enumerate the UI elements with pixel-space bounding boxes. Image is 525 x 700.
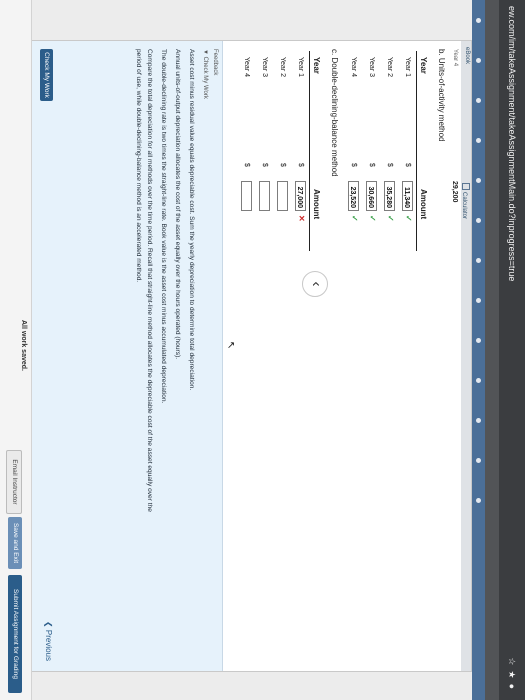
star-icon[interactable]: ☆: [507, 657, 517, 670]
part-b-row-year: Year 1: [404, 57, 411, 77]
calculator-icon: [462, 183, 470, 190]
rail-dot[interactable]: [476, 58, 481, 63]
currency-symbol: $: [297, 163, 304, 167]
currency-symbol: $: [404, 163, 411, 167]
rail-dot[interactable]: [476, 338, 481, 343]
chevron-left-icon: ‹: [308, 281, 325, 287]
url-text[interactable]: ew.com/im/takeAssignment/takeAssignmentM…: [499, 6, 525, 281]
rail-dot[interactable]: [476, 418, 481, 423]
browser-chrome: [485, 0, 499, 700]
rail-dot[interactable]: [476, 498, 481, 503]
resource-tabs: eBook Calculator: [461, 41, 471, 671]
correct-check-icon: ✓: [350, 215, 359, 222]
currency-symbol: $: [368, 163, 375, 167]
part-c-row-year: Year 2: [279, 57, 286, 77]
rail-dot[interactable]: [476, 298, 481, 303]
rail-dot[interactable]: [476, 218, 481, 223]
part-c-year-header: Year: [312, 57, 321, 74]
rail-dot[interactable]: [476, 378, 481, 383]
feedback-line: Annual units-of-output depreciation allo…: [174, 49, 181, 360]
currency-symbol: $: [386, 163, 393, 167]
part-b-amount-header: Amount: [419, 189, 428, 220]
previous-link[interactable]: ❮ Previous: [44, 621, 53, 661]
check-my-work-button[interactable]: Check My Work: [40, 49, 53, 101]
feedback-panel: Feedback ▼ Check My Work Asset cost minu…: [30, 41, 223, 671]
check-my-work-toggle[interactable]: ▼ Check My Work: [202, 49, 208, 99]
feedback-line: Asset cost minus residual value equals d…: [188, 49, 195, 391]
part-b-year-header: Year: [419, 57, 428, 74]
side-previous-button[interactable]: ‹: [302, 271, 328, 297]
currency-symbol: $: [243, 163, 250, 167]
feedback-line: The double-declining rate is two times t…: [160, 49, 167, 404]
mouse-cursor-icon: ↖: [225, 341, 236, 350]
previous-label: Previous: [44, 629, 53, 661]
browser-window: ew.com/im/takeAssignment/takeAssignmentM…: [0, 0, 525, 700]
currency-symbol: $: [350, 163, 357, 167]
part-c-year4-input[interactable]: [241, 181, 252, 211]
progress-rail: [472, 0, 485, 700]
part-c-title: c. Double-declining-balance method: [330, 49, 339, 177]
part-b-year1-input[interactable]: 11,340: [402, 181, 413, 211]
save-status: All work saved.: [20, 320, 27, 371]
feedback-title: Feedback: [212, 49, 218, 76]
submit-assignment-button[interactable]: Submit Assignment for Grading: [8, 575, 22, 693]
part-b-year3-input[interactable]: 30,660: [366, 181, 377, 211]
address-bar[interactable]: ew.com/im/takeAssignment/takeAssignmentM…: [499, 0, 525, 700]
currency-symbol: $: [279, 163, 286, 167]
part-c-year2-input[interactable]: [277, 181, 288, 211]
part-c-year1-input[interactable]: 27,000: [295, 181, 306, 211]
tab-calculator-label: Calculator: [461, 192, 467, 220]
browser-toolbar: ☆★●: [499, 657, 525, 694]
part-c-header-rule: [309, 51, 310, 251]
footer-bar: All work saved. Email Instructor Save an…: [0, 0, 32, 700]
save-and-exit-button[interactable]: Save and Exit: [8, 517, 22, 569]
rail-dot[interactable]: [476, 178, 481, 183]
tab-ebook[interactable]: eBook: [464, 47, 470, 64]
part-b-year2-input[interactable]: 35,280: [384, 181, 395, 211]
part-c-amount-header: Amount: [312, 189, 321, 220]
part-b-header-rule: [416, 51, 417, 251]
correct-check-icon: ✓: [368, 215, 377, 222]
photo-stage: ew.com/im/takeAssignment/takeAssignmentM…: [0, 0, 525, 700]
part-c-year3-input[interactable]: [259, 181, 270, 211]
part-b-row-year: Year 2: [386, 57, 393, 77]
feedback-line: Compare the total depreciation for all m…: [146, 49, 153, 512]
previous-row-value: 29,200: [451, 181, 458, 203]
profile-icon[interactable]: ●: [507, 684, 517, 694]
tab-calculator[interactable]: Calculator: [461, 183, 470, 219]
part-c-row-year: Year 4: [243, 57, 250, 77]
correct-check-icon: ✓: [386, 215, 395, 222]
feedback-line: period of use, while double-declining-ba…: [135, 49, 142, 283]
incorrect-x-icon: ✕: [297, 215, 306, 222]
part-b-title: b. Units-of-activity method: [437, 49, 446, 142]
navigation-row: Check My Work ❮ Previous: [31, 41, 56, 671]
rail-dot[interactable]: [476, 18, 481, 23]
part-b-row-year: Year 4: [350, 57, 357, 77]
currency-symbol: $: [261, 163, 268, 167]
correct-check-icon: ✓: [404, 215, 413, 222]
rail-dot[interactable]: [476, 138, 481, 143]
rail-dot[interactable]: [476, 98, 481, 103]
part-b-row-year: Year 3: [368, 57, 375, 77]
assignment-page: eBook Calculator Year 4 29,200 b. Units-…: [30, 40, 472, 672]
part-b-year4-input[interactable]: 23,520: [348, 181, 359, 211]
email-instructor-button[interactable]: Email Instructor: [6, 450, 22, 514]
rail-dot[interactable]: [476, 458, 481, 463]
part-c-row-year: Year 3: [261, 57, 268, 77]
extension-icon[interactable]: ★: [507, 670, 517, 683]
part-c-row-year: Year 1: [297, 57, 304, 77]
rail-dot[interactable]: [476, 258, 481, 263]
previous-row-label: Year 4: [452, 49, 458, 67]
